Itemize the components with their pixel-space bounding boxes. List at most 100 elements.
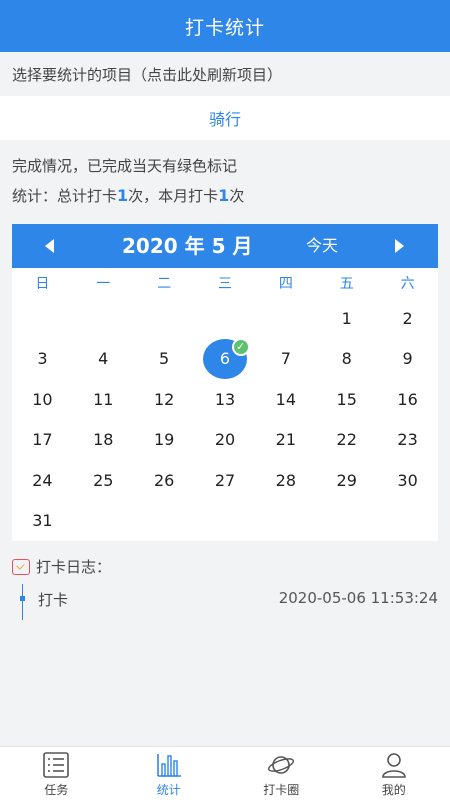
day-cell[interactable]: 16	[377, 379, 438, 420]
day-cell[interactable]: 3	[12, 339, 73, 380]
completed-check-icon: ✓	[231, 337, 250, 356]
day-cell[interactable]: 5	[134, 339, 195, 380]
weekday-label: 一	[96, 276, 111, 292]
day-cell[interactable]: 6 ✓	[195, 337, 256, 380]
log-item: 打卡 2020-05-06 11:53:24	[20, 584, 438, 620]
day-blank	[12, 298, 73, 339]
day-blank	[255, 298, 316, 339]
day-number: 5	[159, 349, 170, 369]
day-number: 7	[280, 349, 291, 369]
day-cell[interactable]: 8	[316, 339, 377, 380]
timeline-dot	[20, 596, 25, 601]
list-icon	[43, 752, 70, 778]
stats-suffix: 次	[229, 187, 245, 205]
day-number: 3	[37, 349, 48, 369]
day-number: 22	[336, 430, 357, 450]
day-cell[interactable]: 17	[12, 420, 73, 461]
day-cell[interactable]: 18	[73, 420, 134, 461]
prev-month-button[interactable]	[29, 224, 69, 268]
project-selector[interactable]: 骑行	[0, 96, 450, 140]
calendar: 2020 年 5 月 今天 日 一 二 三 四 五 六 1 2 3 4 5 6 ✓ 7 8 9 10…	[12, 224, 438, 541]
day-cell[interactable]: 27	[195, 460, 256, 501]
caret-right-icon	[394, 239, 404, 253]
day-cell[interactable]: 14	[255, 379, 316, 420]
today-button[interactable]: 今天	[306, 224, 338, 268]
day-cell[interactable]: 19	[134, 420, 195, 461]
status-text: 完成情况，已完成当天有绿色标记	[12, 157, 238, 175]
tab-stats[interactable]: 统计	[113, 747, 226, 800]
app-header: 打卡统计	[0, 0, 450, 52]
day-blank	[195, 298, 256, 339]
day-cell[interactable]: 9	[377, 339, 438, 380]
day-number: 17	[32, 430, 53, 450]
day-number: 11	[93, 389, 114, 409]
stats-mid: 次，本月打卡	[128, 187, 219, 205]
log-item-time: 2020-05-06 11:53:24	[278, 589, 438, 607]
day-cell[interactable]: 12	[134, 379, 195, 420]
hint-text: 选择要统计的项目（点击此处刷新项目）	[12, 65, 283, 84]
stats-line: 统计：总计打卡1次，本月打卡1次	[12, 181, 438, 210]
month-label: 2020 年 5 月	[122, 234, 253, 258]
day-number: 1	[341, 308, 352, 328]
refresh-projects-hint[interactable]: 选择要统计的项目（点击此处刷新项目）	[0, 52, 450, 96]
day-number: 30	[397, 470, 418, 490]
log-header: 打卡日志：	[12, 556, 111, 577]
weekday-label: 三	[218, 276, 232, 292]
page-title: 打卡统计	[184, 16, 265, 39]
user-icon	[381, 753, 406, 778]
day-cell[interactable]: 29	[316, 460, 377, 501]
day-number: 27	[214, 470, 236, 490]
day-cell[interactable]: 26	[134, 460, 195, 501]
day-number: 12	[153, 389, 175, 409]
weekday-label: 日	[35, 276, 50, 292]
next-month-button[interactable]	[379, 224, 419, 268]
tab-label: 任务	[44, 783, 69, 797]
day-number: 20	[214, 430, 236, 450]
day-cell[interactable]: 28	[255, 460, 316, 501]
day-number: 14	[275, 389, 297, 409]
day-cell[interactable]: 10	[12, 379, 73, 420]
tab-label: 统计	[156, 783, 181, 797]
day-number: 8	[341, 349, 352, 369]
stats-prefix: 统计：总计打卡	[12, 187, 118, 205]
day-cell[interactable]: 20	[195, 420, 256, 461]
bottom-tab-bar: 任务 统计 打卡圈 我的	[0, 746, 450, 800]
planet-icon	[268, 756, 295, 774]
caret-left-icon	[44, 239, 54, 253]
day-cell[interactable]: 1	[316, 298, 377, 339]
day-number: 29	[336, 470, 357, 490]
log-title: 打卡日志：	[36, 558, 112, 576]
day-cell[interactable]: 24	[12, 460, 73, 501]
day-number: 13	[214, 389, 236, 409]
tab-tasks[interactable]: 任务	[0, 747, 113, 800]
day-cell[interactable]: 30	[377, 460, 438, 501]
weekday-label: 二	[157, 276, 172, 292]
day-number: 9	[402, 349, 413, 369]
day-number: 4	[98, 349, 109, 369]
day-cell[interactable]: 21	[255, 420, 316, 461]
tab-label: 打卡圈	[263, 783, 300, 797]
day-number: 10	[32, 389, 53, 409]
weekday-label: 六	[400, 276, 415, 292]
tab-label: 我的	[381, 783, 406, 797]
calendar-check-icon	[12, 558, 30, 575]
total-count: 1	[117, 186, 129, 205]
tab-checkin-circle[interactable]: 打卡圈	[225, 747, 338, 800]
day-cell[interactable]: 31	[12, 501, 73, 542]
day-cell[interactable]: 4	[73, 339, 134, 380]
day-cell[interactable]: 15	[316, 379, 377, 420]
day-cell[interactable]: 23	[377, 420, 438, 461]
day-cell[interactable]: 25	[73, 460, 134, 501]
day-cell[interactable]: 11	[73, 379, 134, 420]
tab-mine[interactable]: 我的	[338, 747, 450, 800]
day-number: 31	[32, 511, 53, 531]
day-number: 24	[32, 470, 53, 490]
day-cell[interactable]: 13	[195, 379, 256, 420]
month-count: 1	[218, 186, 230, 205]
calendar-header: 2020 年 5 月 今天	[12, 224, 438, 268]
day-cell[interactable]: 7	[255, 339, 316, 380]
day-cell[interactable]: 22	[316, 420, 377, 461]
day-number: 23	[397, 430, 418, 450]
day-cell[interactable]: 2	[377, 298, 438, 339]
day-number: 21	[275, 430, 297, 450]
